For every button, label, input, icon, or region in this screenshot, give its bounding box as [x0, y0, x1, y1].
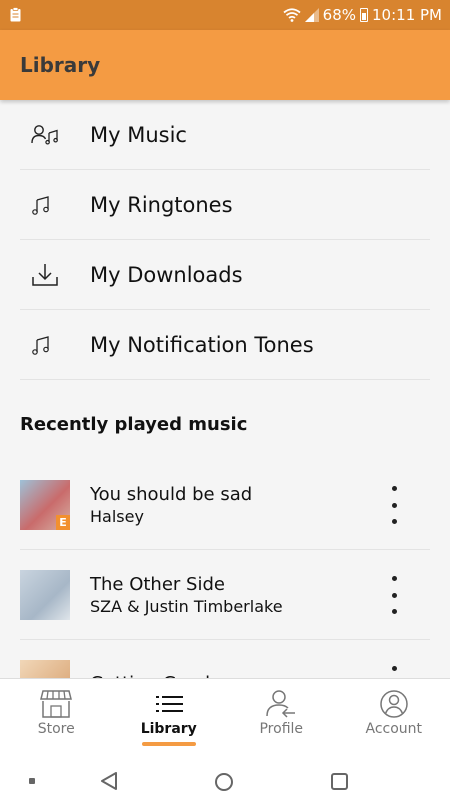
back-icon[interactable] — [100, 772, 118, 790]
keyboard-dot-icon[interactable] — [29, 778, 35, 784]
list-icon — [155, 696, 183, 712]
download-icon — [20, 262, 70, 288]
recent-apps-icon[interactable] — [331, 773, 348, 790]
menu-item-my-ringtones[interactable]: My Ringtones — [20, 170, 430, 240]
nav-label: Account — [365, 721, 423, 737]
signal-icon — [304, 8, 319, 22]
profile-icon — [266, 690, 296, 718]
list-item[interactable]: E You should be sad Halsey — [20, 460, 430, 550]
app-bar: Library — [0, 30, 450, 100]
menu-item-label: My Notification Tones — [90, 332, 314, 357]
nav-label: Profile — [259, 721, 304, 737]
clipboard-icon — [10, 7, 21, 22]
track-artist: Halsey — [90, 506, 144, 526]
wifi-icon — [283, 8, 301, 22]
nav-account[interactable]: Account — [338, 679, 450, 760]
system-nav-bar — [0, 760, 450, 800]
menu-item-my-notification-tones[interactable]: My Notification Tones — [20, 310, 430, 380]
battery-icon — [360, 8, 369, 22]
clock: 10:11 PM — [372, 6, 442, 24]
explicit-badge: E — [56, 514, 70, 530]
account-icon — [380, 690, 408, 718]
nav-profile[interactable]: Profile — [225, 679, 338, 760]
menu-item-my-music[interactable]: My Music — [20, 100, 430, 170]
active-tab-indicator — [141, 742, 196, 746]
nav-label: Store — [37, 721, 75, 737]
status-bar: 68% 10:11 PM — [0, 0, 450, 30]
home-icon[interactable] — [215, 773, 233, 791]
menu-item-my-downloads[interactable]: My Downloads — [20, 240, 430, 310]
nav-label: Library — [140, 721, 197, 737]
nav-store[interactable]: Store — [0, 679, 113, 760]
menu-item-label: My Music — [90, 122, 187, 147]
battery-percent: 68% — [322, 6, 357, 24]
track-artist: SZA & Justin Timberlake — [90, 596, 283, 616]
album-art — [20, 569, 70, 620]
music-note-icon — [20, 334, 70, 356]
track-title: The Other Side — [90, 573, 225, 595]
page-title: Library — [20, 53, 101, 77]
list-item[interactable]: The Other Side SZA & Justin Timberlake — [20, 550, 430, 640]
nav-library[interactable]: Library — [113, 679, 226, 760]
more-options-icon[interactable] — [392, 576, 398, 614]
album-art: E — [20, 479, 70, 530]
music-note-icon — [20, 194, 70, 216]
bottom-nav: Store Library Profile Account — [0, 678, 450, 760]
recently-played-heading: Recently played music — [20, 414, 248, 435]
menu-item-label: My Ringtones — [90, 192, 233, 217]
user-music-icon — [20, 124, 70, 146]
store-icon — [40, 690, 73, 718]
track-title: You should be sad — [90, 483, 253, 505]
menu-item-label: My Downloads — [90, 262, 243, 287]
library-menu: My Music My Ringtones My Downloads My No… — [20, 100, 430, 380]
more-options-icon[interactable] — [392, 486, 398, 524]
